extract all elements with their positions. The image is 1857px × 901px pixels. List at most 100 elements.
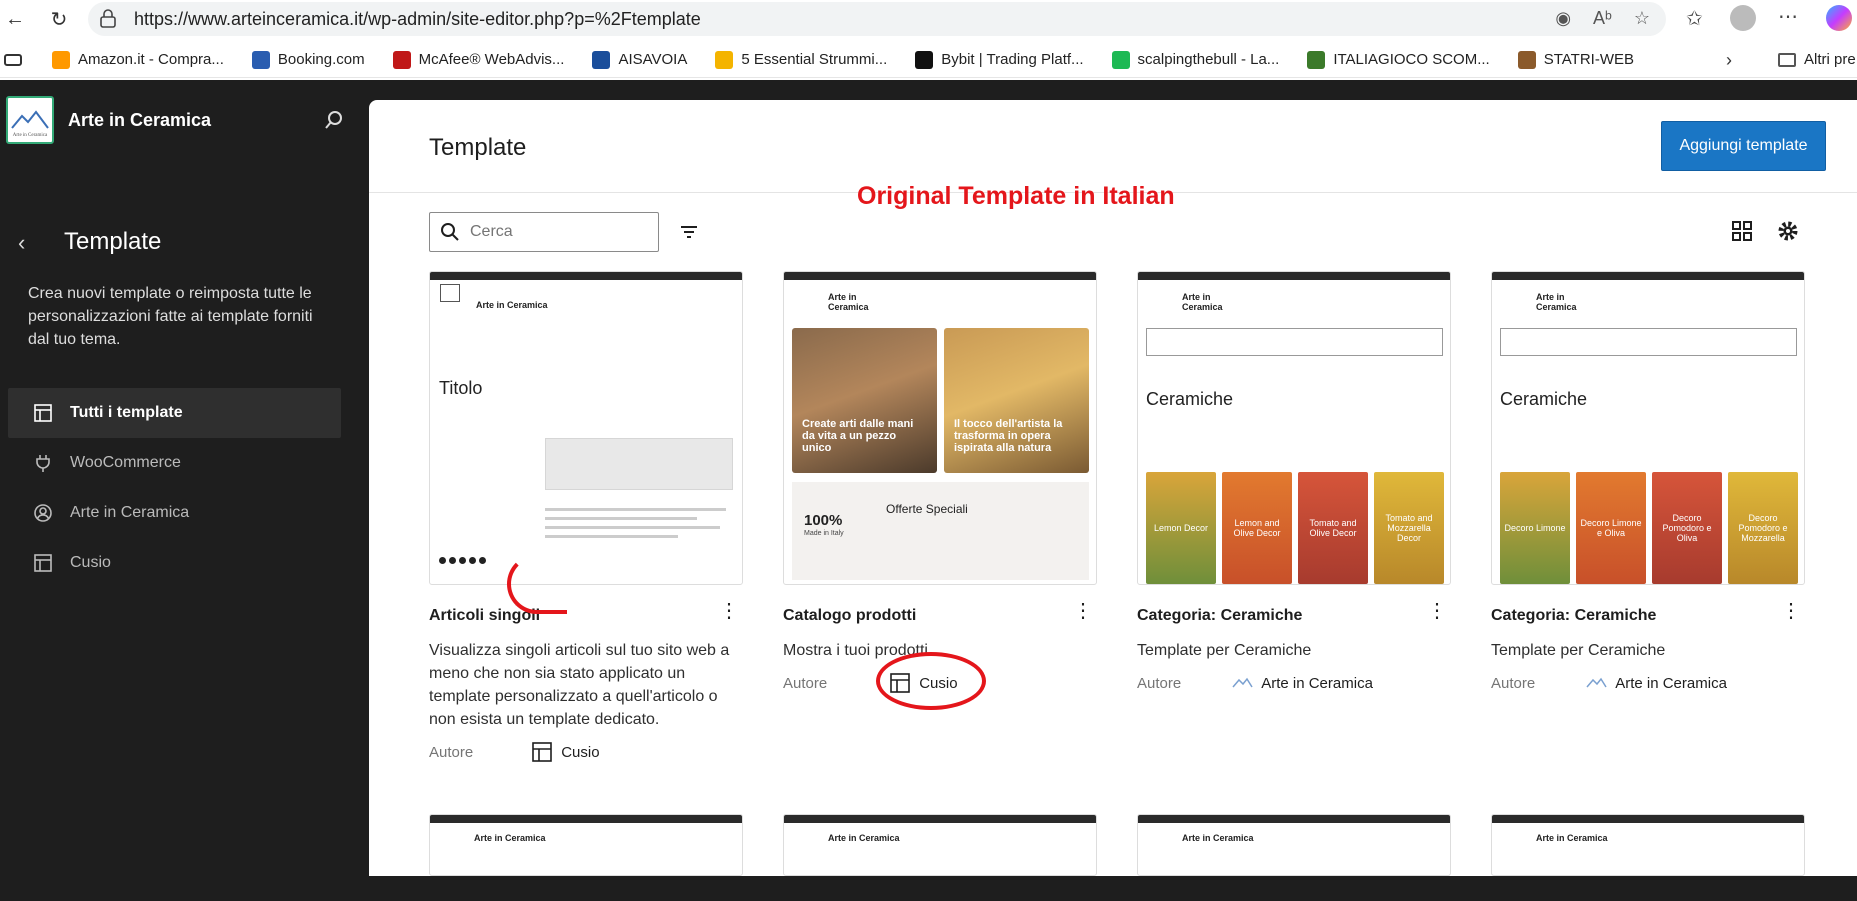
template-title[interactable]: Articoli singoli	[429, 607, 743, 627]
bookmark-label: STATRI-WEB	[1543, 51, 1635, 68]
profile-avatar[interactable]	[1730, 5, 1756, 31]
more-vertical-icon[interactable]: ⋮	[1781, 601, 1801, 621]
template-preview[interactable]: Arte in Ceramica Ceramiche Decoro Limone…	[1491, 271, 1805, 585]
template-card-articoli-singoli[interactable]: Arte in Ceramica Titolo Articoli singoli…	[429, 271, 743, 763]
back-arrow-icon[interactable]: ←	[0, 4, 30, 34]
more-vertical-icon[interactable]: ⋮	[1427, 601, 1447, 621]
bookmark-label: scalpingthebull - La...	[1137, 51, 1280, 68]
preview-site-name: Arte in Ceramica	[828, 292, 869, 312]
template-card-partial[interactable]: Arte in Ceramica	[429, 814, 743, 876]
favorites-icon[interactable]: ✩	[1686, 6, 1703, 31]
preview-caption-2: Il tocco dell'artista la trasforma in op…	[954, 418, 1063, 454]
page-title: Template	[429, 134, 527, 161]
author-name: Cusio	[561, 743, 600, 761]
preview-stat: 100%	[804, 512, 843, 529]
bookmark-favicon-icon	[1517, 50, 1536, 69]
preview-site-name: Arte in Ceramica	[474, 833, 546, 843]
svg-text:Arte in Ceramica: Arte in Ceramica	[13, 133, 48, 138]
folder-icon	[1778, 52, 1796, 67]
reload-icon[interactable]: ↻	[44, 4, 74, 34]
preview-tile: Decoro Limone e Oliva	[1576, 472, 1646, 584]
template-description: Template per Ceramiche	[1491, 642, 1666, 659]
bookmark-item[interactable]: McAfee® WebAdvis...	[392, 50, 564, 69]
bookmark-item[interactable]: ITALIAGIOCO SCOM...	[1307, 50, 1490, 69]
template-title[interactable]: Categoria: Ceramiche	[1137, 607, 1451, 627]
filter-icon[interactable]	[677, 220, 701, 244]
sidebar-item-woocommerce[interactable]: WooCommerce	[8, 438, 341, 488]
site-info-icon[interactable]	[98, 9, 118, 29]
template-card-categoria-ceramiche[interactable]: Arte in Ceramica Ceramiche Lemon Decor L…	[1137, 271, 1451, 694]
more-vertical-icon[interactable]: ⋮	[1073, 601, 1093, 621]
bookmark-label: Bybit | Trading Platf...	[941, 51, 1084, 68]
preview-tile: Decoro Pomodoro e Mozzarella	[1728, 472, 1798, 584]
template-preview[interactable]: Arte in Ceramica Create arti dalle mani …	[783, 271, 1097, 585]
site-logo-icon	[1586, 677, 1607, 688]
bookmark-label: ITALIAGIOCO SCOM...	[1333, 51, 1490, 68]
bookmark-item[interactable]: Booking.com	[251, 50, 365, 69]
layout-icon	[32, 402, 54, 424]
add-template-button[interactable]: Aggiungi template	[1661, 121, 1826, 171]
user-circle-icon	[32, 502, 54, 524]
bookmark-item[interactable]: scalpingthebull - La...	[1111, 50, 1280, 69]
bookmark-item[interactable]: AISAVOIA	[592, 50, 687, 69]
bookmark-item[interactable]: Bybit | Trading Platf...	[915, 50, 1084, 69]
back-chevron-icon[interactable]: ‹	[18, 230, 25, 256]
bookmarks-bar: Amazon.it - Compra... Booking.com McAfee® …	[0, 42, 1857, 78]
preview-stat-sub: Made in Italy	[804, 530, 844, 537]
bookmark-item[interactable]: STATRI-WEB	[1517, 50, 1635, 69]
tracking-prevention-icon[interactable]: ◉	[1555, 8, 1571, 29]
sidebar-item-label: Tutti i template	[70, 404, 183, 421]
favorite-star-icon[interactable]: ☆	[1634, 8, 1650, 29]
sidebar-item-label: WooCommerce	[70, 454, 181, 471]
template-preview[interactable]: Arte in Ceramica Titolo	[429, 271, 743, 585]
more-vertical-icon[interactable]: ⋮	[719, 601, 739, 621]
search-icon[interactable]	[322, 108, 346, 132]
gear-icon[interactable]	[1775, 218, 1801, 244]
bookmark-item[interactable]: Amazon.it - Compra...	[52, 50, 224, 69]
sidebar-title: Template	[64, 228, 162, 255]
sidebar-item-tutti-i-template[interactable]: Tutti i template	[8, 388, 341, 438]
template-preview[interactable]: Arte in Ceramica Ceramiche Lemon Decor L…	[1137, 271, 1451, 585]
author-name: Arte in Ceramica	[1615, 674, 1727, 692]
site-logo-icon[interactable]: Arte in Ceramica	[6, 96, 54, 144]
copilot-icon[interactable]	[1826, 5, 1852, 31]
bookmark-label: Amazon.it - Compra...	[78, 51, 224, 68]
template-card-partial[interactable]: Arte in Ceramica	[1491, 814, 1805, 876]
preview-site-name: Arte in Ceramica	[1536, 292, 1577, 312]
more-menu-icon[interactable]: ⋯	[1778, 4, 1798, 29]
author-label: Autore	[783, 674, 828, 692]
template-card-partial[interactable]: Arte in Ceramica	[783, 814, 1097, 876]
template-description: Template per Ceramiche	[1137, 642, 1312, 659]
bookmark-label: 5 Essential Strummi...	[741, 51, 888, 68]
sidebar-menu: Tutti i template WooCommerce Arte in Ceram…	[8, 388, 341, 588]
template-card-catalogo-prodotti[interactable]: Arte in Ceramica Create arti dalle mani …	[783, 271, 1097, 694]
url-text[interactable]: https://www.arteinceramica.it/wp-admin/s…	[134, 9, 701, 30]
other-favorites[interactable]: Altri pre	[1778, 51, 1856, 68]
author-label: Autore	[1491, 674, 1536, 692]
template-author: Autore Arte in Ceramica	[1491, 672, 1805, 694]
preview-heading: Titolo	[439, 378, 483, 398]
bookmark-item[interactable]: 5 Essential Strummi...	[715, 50, 888, 69]
bookmarks-overflow-icon[interactable]: ›	[1726, 50, 1732, 71]
sidebar-item-arte-in-ceramica[interactable]: Arte in Ceramica	[8, 488, 341, 538]
template-card-partial[interactable]: Arte in Ceramica	[1137, 814, 1451, 876]
search-field[interactable]	[429, 212, 659, 252]
preview-site-name: Arte in Ceramica	[1536, 833, 1608, 843]
address-bar[interactable]: https://www.arteinceramica.it/wp-admin/s…	[88, 2, 1666, 36]
template-card-categoria-ceramiche-2[interactable]: Arte in Ceramica Ceramiche Decoro Limone…	[1491, 271, 1805, 694]
grid-view-icon[interactable]	[1729, 218, 1755, 244]
template-title[interactable]: Categoria: Ceramiche	[1491, 607, 1805, 627]
plug-icon	[32, 452, 54, 474]
preview-site-name: Arte in Ceramica	[828, 833, 900, 843]
sidebar-item-cusio[interactable]: Cusio	[8, 538, 341, 588]
site-name[interactable]: Arte in Ceramica	[68, 110, 211, 131]
search-input[interactable]	[470, 223, 640, 241]
read-aloud-icon[interactable]: Aᵇ	[1593, 8, 1612, 29]
bookmark-favicon-icon	[715, 50, 734, 69]
bookmarks-folder-icon[interactable]	[4, 53, 22, 66]
author-label: Autore	[1137, 674, 1182, 692]
template-title[interactable]: Catalogo prodotti	[783, 607, 1097, 627]
template-author: Autore Arte in Ceramica	[1137, 672, 1451, 694]
sidebar-description: Crea nuovi template o reimposta tutte le…	[28, 285, 313, 348]
author-label: Autore	[429, 743, 474, 761]
